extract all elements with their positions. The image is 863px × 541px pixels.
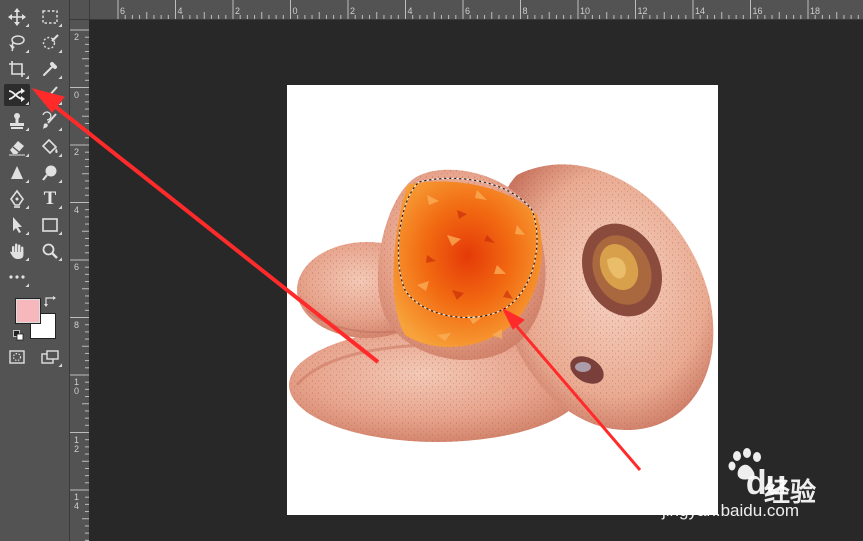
rect-marquee-icon bbox=[42, 10, 58, 24]
pen-tool[interactable] bbox=[4, 188, 30, 210]
screen-mode-icon bbox=[41, 350, 59, 364]
blur-tool[interactable] bbox=[4, 162, 30, 184]
quick-mask-icon bbox=[9, 350, 25, 364]
ruler-label: 4 bbox=[74, 204, 80, 215]
eraser-tool[interactable] bbox=[4, 136, 30, 158]
type-tool[interactable]: T bbox=[37, 188, 63, 210]
ruler-label: 6 bbox=[74, 262, 80, 272]
ruler-label: 4 bbox=[177, 6, 183, 16]
ruler-corner bbox=[70, 0, 90, 20]
ruler-label: 8 bbox=[74, 319, 80, 330]
more-tools[interactable] bbox=[4, 266, 30, 288]
ruler-label: 10 bbox=[580, 6, 591, 16]
screen-mode-button[interactable] bbox=[37, 346, 63, 368]
content-aware-move-icon bbox=[8, 88, 25, 102]
blur-icon bbox=[11, 166, 23, 179]
stamp-tool[interactable] bbox=[4, 110, 30, 132]
marquee-tool[interactable] bbox=[37, 6, 63, 28]
crop-tool[interactable] bbox=[4, 58, 30, 80]
brush-tool[interactable] bbox=[37, 84, 63, 106]
eyedropper-tool[interactable] bbox=[37, 58, 63, 80]
swap-colors-icon[interactable] bbox=[44, 294, 56, 307]
crop-icon bbox=[9, 61, 25, 77]
eyedropper-icon bbox=[43, 62, 57, 76]
ruler-label: 2 bbox=[350, 6, 356, 16]
pen-icon bbox=[10, 189, 24, 208]
watermark-url: jingyan.baidu.com bbox=[662, 501, 800, 520]
ruler-label: 2 bbox=[74, 32, 80, 42]
vertical-ruler: 2 0 2 4 6 8 10 12 14 bbox=[70, 20, 90, 541]
ruler-label: 4 bbox=[407, 6, 413, 16]
ruler-label: 12 bbox=[637, 6, 648, 16]
hand-icon bbox=[10, 243, 24, 259]
quick-selection-tool[interactable] bbox=[37, 32, 63, 54]
ruler-label: 12 bbox=[74, 434, 80, 454]
hand-tool[interactable] bbox=[4, 240, 30, 262]
dodge-icon bbox=[42, 165, 57, 181]
paint-bucket-icon bbox=[41, 138, 58, 155]
tools-panel: T bbox=[0, 0, 70, 541]
eraser-icon bbox=[9, 141, 25, 156]
ruler-label: 0 bbox=[292, 6, 298, 16]
lasso-icon bbox=[9, 35, 25, 52]
rectangle-tool[interactable] bbox=[37, 214, 63, 236]
path-selection-tool[interactable] bbox=[4, 214, 30, 236]
ruler-label: 10 bbox=[74, 377, 80, 396]
ellipsis-icon bbox=[9, 275, 25, 279]
content-aware-move-tool[interactable] bbox=[4, 84, 30, 106]
history-brush-tool[interactable] bbox=[37, 110, 63, 132]
baidu-jingyan-watermark: Bai du 经验 jingyan.baidu.com bbox=[662, 448, 862, 523]
paint-bucket-tool[interactable] bbox=[37, 136, 63, 158]
ruler-label: 14 bbox=[695, 6, 706, 16]
ruler-label: 16 bbox=[752, 6, 763, 16]
ruler-label: 2 bbox=[74, 147, 80, 157]
ruler-label: 14 bbox=[74, 492, 80, 511]
ruler-label: 8 bbox=[522, 6, 528, 16]
dodge-tool[interactable] bbox=[37, 162, 63, 184]
document-canvas[interactable] bbox=[287, 85, 718, 515]
ruler-label: 0 bbox=[74, 89, 80, 100]
history-brush-icon bbox=[42, 111, 57, 129]
ruler-label: 2 bbox=[235, 6, 241, 16]
ruler-label: 18 bbox=[810, 6, 821, 16]
rectangle-icon bbox=[42, 218, 58, 232]
stamp-icon bbox=[10, 113, 24, 129]
quick-select-icon bbox=[42, 34, 59, 50]
quick-mask-button[interactable] bbox=[4, 346, 30, 368]
ruler-label: 6 bbox=[120, 6, 126, 16]
persimmon-image bbox=[289, 164, 714, 442]
move-tool[interactable] bbox=[4, 6, 30, 28]
default-colors-icon[interactable] bbox=[13, 329, 25, 341]
ruler-label: 6 bbox=[465, 6, 471, 16]
brush-icon bbox=[43, 86, 58, 103]
move-icon bbox=[8, 8, 26, 26]
zoom-icon bbox=[42, 243, 58, 259]
lasso-tool[interactable] bbox=[4, 32, 30, 54]
foreground-color-swatch[interactable] bbox=[15, 298, 41, 324]
arrow-icon bbox=[13, 217, 22, 233]
type-icon: T bbox=[43, 188, 57, 209]
zoom-tool[interactable] bbox=[37, 240, 63, 262]
horizontal-ruler: 6 4 2 0 2 4 6 8 10 12 14 16 18 bbox=[70, 0, 863, 20]
